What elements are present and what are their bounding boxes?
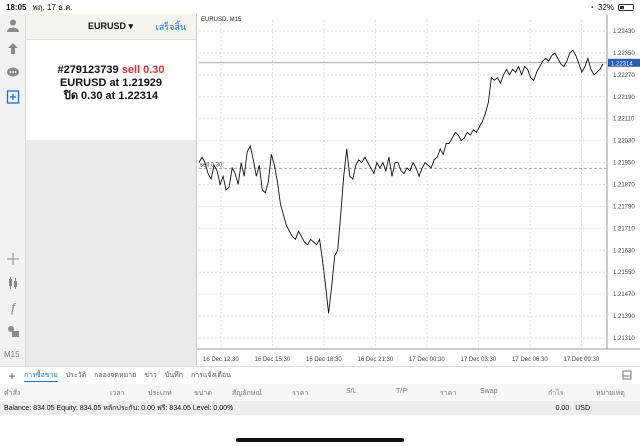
col-sl: S/L [346, 388, 357, 395]
y-tick-label: 1.22030 [613, 139, 635, 145]
tab-history[interactable]: ประวัติ [66, 370, 86, 381]
share-icon[interactable] [4, 40, 22, 58]
order-title: #279123739 sell 0.30 [26, 64, 196, 77]
currency: USD [575, 404, 590, 412]
order-open-line: EURUSD at 1.21929 [59, 77, 163, 89]
tab-alerts[interactable]: การแจ้งเตือน [191, 370, 231, 381]
tab-mailbox[interactable]: กล่องจดหมาย [94, 370, 136, 381]
col-swap: Swap [480, 388, 498, 395]
wifi-icon: ◔ [589, 2, 594, 12]
order-side: sell 0.30 [121, 64, 165, 76]
candles-icon[interactable] [4, 274, 22, 292]
x-tick-label: 17 Dec 06:30 [512, 357, 548, 363]
indicator-icon[interactable]: ƒ [4, 298, 22, 316]
balance-profit-group: 0.00 USD [556, 405, 590, 412]
tab-news[interactable]: ข่าว [144, 370, 157, 381]
user-icon[interactable] [4, 16, 22, 34]
y-tick-label: 1.22190 [613, 95, 635, 101]
col-tp: T/P [396, 388, 407, 395]
tab-trade[interactable]: การซื้อขาย [24, 370, 58, 382]
col-symbol: สัญลักษณ์ [232, 390, 262, 397]
x-tick-label: 17 Dec 03:30 [461, 357, 497, 363]
tab-journal[interactable]: บันทึก [165, 370, 183, 381]
new-order-icon[interactable] [4, 88, 22, 106]
bottom-tabs: + การซื้อขาย ประวัติ กล่องจดหมาย ข่าว บั… [0, 366, 640, 384]
done-button[interactable]: เสร็จสิ้น [156, 20, 186, 34]
y-tick-label: 1.21710 [613, 226, 635, 232]
col-type: ประเภท [148, 390, 172, 397]
y-tick-label: 1.22270 [613, 73, 635, 79]
x-tick-label: 17 Dec 00:30 [409, 357, 445, 363]
col-order: คำสั่ง [4, 390, 21, 397]
status-right: ◔ 32% [589, 3, 634, 12]
col-price: ราคา [292, 390, 309, 397]
price-series-line [198, 49, 604, 314]
y-tick-label: 1.21310 [613, 336, 635, 342]
y-tick-label: 1.22430 [613, 29, 635, 35]
balance-row: Balance: 834.05 Equity: 834.05 หลักประกั… [0, 401, 640, 415]
x-tick-label: 17 Dec 09:30 [564, 357, 600, 363]
battery-icon [618, 3, 634, 11]
objects-icon[interactable] [4, 322, 22, 340]
y-tick-label: 1.22110 [613, 117, 635, 123]
order-id: #279123739 [57, 64, 119, 76]
order-panel: EURUSD ▾ เสร็จสิ้น #279123739 sell 0.30 … [26, 14, 196, 366]
balance-summary: Balance: 834.05 Equity: 834.05 หลักประกั… [4, 404, 234, 412]
collapse-panel-icon[interactable] [622, 370, 632, 382]
y-tick-label: 1.21470 [613, 292, 635, 298]
y-tick-label: 1.21950 [613, 161, 635, 167]
y-tick-label: 1.21390 [613, 314, 635, 320]
clock: 18:05 [6, 2, 27, 12]
col-comment: หมายเหตุ [596, 390, 625, 397]
status-bar: 18:05 พฤ. 17 ธ.ค. ◔ 32% [0, 0, 640, 14]
left-toolbar: ƒ M15 [0, 14, 26, 366]
price-tag: 1.22314 [611, 61, 633, 67]
x-tick-label: 16 Dec 21:30 [358, 357, 394, 363]
order-card: #279123739 sell 0.30 EURUSD at 1.21929 ป… [26, 40, 196, 140]
col-price-current: ราคา [440, 390, 457, 397]
chat-icon[interactable] [4, 64, 22, 82]
sell-level-label: sell 0.30 [200, 162, 223, 168]
battery-percent: 32% [597, 2, 614, 12]
home-indicator [236, 438, 404, 442]
y-tick-label: 1.21630 [613, 248, 635, 254]
add-tab-button[interactable]: + [0, 369, 24, 383]
col-time: เวลา [110, 390, 125, 397]
total-profit: 0.00 [555, 404, 570, 412]
y-tick-label: 1.21790 [613, 204, 635, 210]
order-close-line: ปิด 0.30 at 1.22314 [63, 90, 159, 102]
y-tick-label: 1.22350 [613, 51, 635, 57]
symbol-selector[interactable]: EURUSD ▾ [88, 21, 133, 32]
chart-header: EURUSD, M15 [201, 17, 242, 23]
col-profit: กำไร [548, 390, 564, 397]
order-panel-header: EURUSD ▾ เสร็จสิ้น [26, 14, 196, 40]
x-tick-label: 16 Dec 18:30 [306, 357, 342, 363]
price-chart[interactable]: 1.22430 1.22350 1.22270 1.22190 1.22110 1.220… [196, 14, 640, 366]
trade-columns: คำสั่ง เวลา ประเภท ขนาด สัญลักษณ์ ราคา S… [0, 384, 640, 400]
crosshair-icon[interactable] [4, 250, 22, 268]
y-tick-label: 1.21550 [613, 270, 635, 276]
x-tick-label: 16 Dec 12:30 [203, 357, 239, 363]
timeframe-label[interactable]: M15 [4, 350, 20, 359]
chart-canvas[interactable]: 1.22430 1.22350 1.22270 1.22190 1.22110 1.220… [197, 14, 640, 366]
date: พฤ. 17 ธ.ค. [32, 2, 73, 12]
x-tick-label: 16 Dec 15:30 [255, 357, 291, 363]
y-tick-label: 1.21870 [613, 183, 635, 189]
col-size: ขนาด [194, 390, 213, 397]
